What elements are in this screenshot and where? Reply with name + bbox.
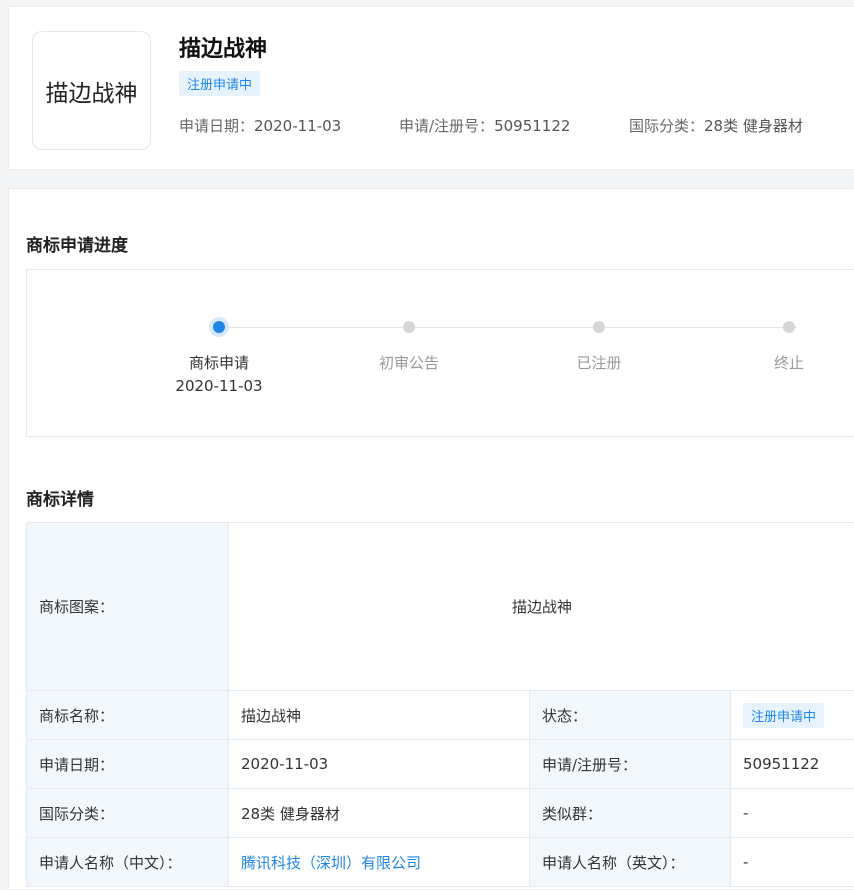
cell-label: 国际分类： <box>26 788 229 838</box>
cell-value: 50951122 <box>729 739 854 789</box>
meta-label: 国际分类： <box>629 117 705 135</box>
step-dot-terminated <box>783 321 795 333</box>
cell-value: 2020-11-03 <box>228 739 530 789</box>
step-label-preliminary: 初审公告 <box>378 354 439 372</box>
step-dot-registered <box>593 321 605 333</box>
trademark-image: 描边战神 <box>227 522 854 691</box>
step-dot-application <box>213 321 225 333</box>
cell-label: 状态： <box>529 690 731 740</box>
cell-label: 申请/注册号： <box>529 739 731 789</box>
meta-label: 申请日期： <box>179 117 255 135</box>
table-row: 国际分类： 28类 健身器材 类似群： - <box>26 788 854 838</box>
meta-value: 2020-11-03 <box>254 117 342 135</box>
progress-section-title: 商标申请进度 <box>26 236 128 256</box>
cell-value: - <box>729 788 854 838</box>
meta-value: 28类 健身器材 <box>704 117 803 135</box>
cell-value[interactable]: 腾讯科技（深圳）有限公司 <box>228 837 530 887</box>
progress-timeline: 商标申请 2020-11-03 初审公告 已注册 终止 <box>26 269 854 437</box>
cell-label: 商标图案： <box>26 522 229 691</box>
cell-label: 申请人名称（中文）： <box>26 837 229 887</box>
status-badge: 注册申请中 <box>743 702 825 728</box>
main-card: 商标申请进度 商标申请 2020-11-03 初审公告 已注册 终止 商标详情 … <box>8 188 854 890</box>
cell-label: 申请人名称（英文）： <box>529 837 731 887</box>
meta-value: 50951122 <box>494 117 571 135</box>
trademark-logo: 描边战神 <box>32 31 151 150</box>
meta-registration-number: 申请/注册号：50951122 <box>399 115 570 136</box>
table-row: 商标图案： 描边战神 <box>26 522 854 691</box>
timeline-line <box>227 327 797 328</box>
details-section-title: 商标详情 <box>26 490 94 510</box>
meta-international-class: 国际分类：28类 健身器材 <box>629 115 803 136</box>
trademark-title: 描边战神 <box>179 37 268 62</box>
trademark-header-card: 描边战神 描边战神 注册申请中 申请日期：2020-11-03 申请/注册号：5… <box>8 6 854 170</box>
step-label-registered: 已注册 <box>576 354 622 372</box>
step-label-application: 商标申请 <box>188 354 249 372</box>
table-row: 商标名称： 描边战神 状态： 注册申请中 <box>26 690 854 740</box>
table-row: 申请人名称（中文）： 腾讯科技（深圳）有限公司 申请人名称（英文）： - <box>26 837 854 887</box>
meta-label: 申请/注册号： <box>399 117 495 135</box>
applicant-company-link[interactable]: 腾讯科技（深圳）有限公司 <box>241 854 421 872</box>
step-date-application: 2020-11-03 <box>175 377 263 395</box>
step-dot-preliminary <box>403 321 415 333</box>
cell-value: 28类 健身器材 <box>228 788 530 838</box>
cell-label: 类似群： <box>529 788 731 838</box>
cell-value: - <box>729 837 854 887</box>
table-row: 申请日期： 2020-11-03 申请/注册号： 50951122 <box>26 739 854 789</box>
cell-label: 商标名称： <box>26 690 229 740</box>
cell-label: 申请日期： <box>26 739 229 789</box>
meta-application-date: 申请日期：2020-11-03 <box>179 115 341 136</box>
status-badge: 注册申请中 <box>179 71 261 96</box>
cell-value: 描边战神 <box>228 690 530 740</box>
details-table: 商标图案： 描边战神 商标名称： 描边战神 状态： 注册申请中 申请日期： 20… <box>26 522 854 887</box>
cell-value: 注册申请中 <box>729 690 854 740</box>
step-label-terminated: 终止 <box>773 354 804 372</box>
